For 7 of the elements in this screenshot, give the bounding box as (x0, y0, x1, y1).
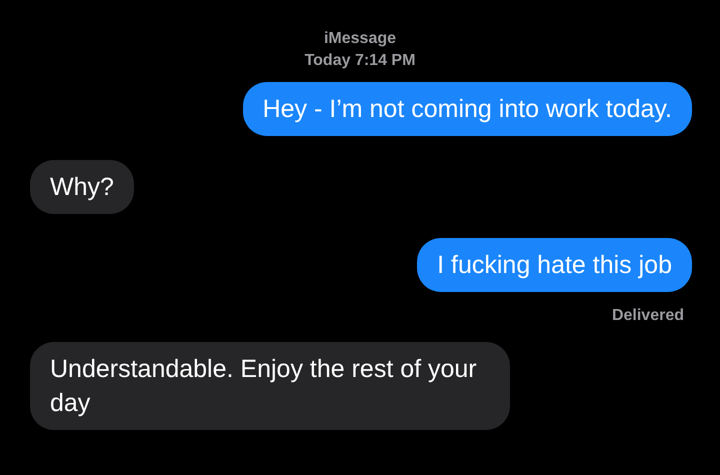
delivery-status: Delivered (612, 306, 684, 326)
received-message-bubble: Understandable. Enjoy the rest of your day (30, 342, 510, 430)
sent-message-bubble: I fucking hate this job (417, 238, 692, 292)
timestamp: Today 7:14 PM (304, 51, 416, 71)
service-label: iMessage (324, 29, 396, 49)
sent-message-bubble: Hey - I’m not coming into work today. (242, 82, 692, 136)
received-message-bubble: Why? (30, 160, 134, 214)
